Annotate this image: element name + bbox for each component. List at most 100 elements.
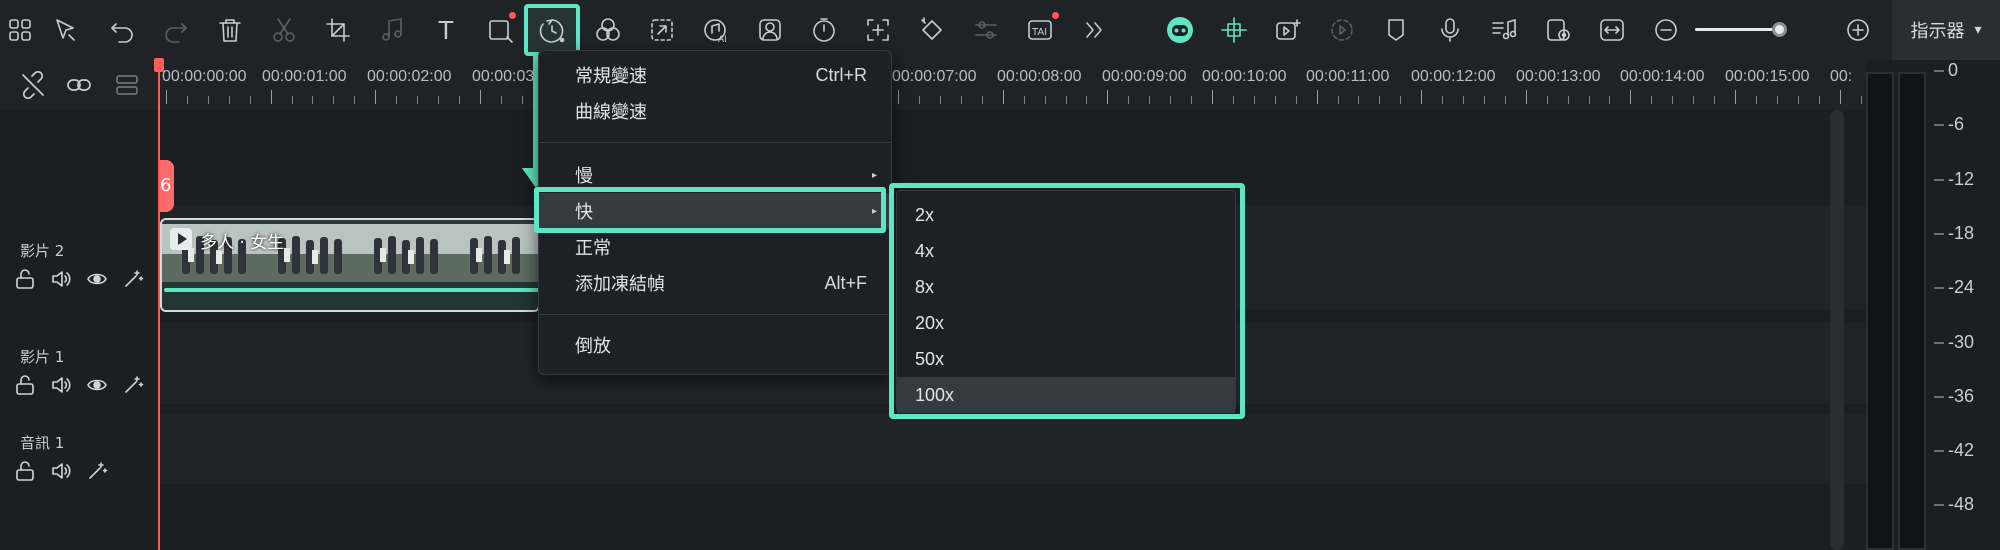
crop-icon[interactable] — [320, 12, 356, 48]
timecode-label: 00:00:13:00 — [1516, 68, 1601, 85]
track-manage-icon[interactable] — [110, 68, 144, 102]
video-clip[interactable]: 多人 · 女生 — [160, 218, 540, 312]
menu-item-label: 慢 — [575, 166, 593, 187]
eye-icon[interactable] — [86, 268, 110, 292]
lock-icon[interactable] — [14, 460, 38, 484]
more-icon[interactable] — [1076, 12, 1112, 48]
ruler-tick — [1693, 96, 1695, 104]
ai-portrait-icon[interactable] — [752, 12, 788, 48]
playhead-marker[interactable]: 6 — [158, 160, 174, 212]
link-icon[interactable] — [62, 68, 96, 102]
menu-item-label: 倒放 — [575, 336, 611, 357]
menu-item-freeze-frame[interactable]: 添加凍結幀 Alt+F — [539, 265, 891, 301]
render-icon[interactable] — [1324, 12, 1360, 48]
clip-audio-area — [162, 282, 538, 310]
ruler-tick — [1107, 90, 1109, 104]
speaker-icon[interactable] — [50, 374, 74, 398]
track-headers: 影片 2 影片 1 音訊 1 — [0, 110, 158, 550]
delete-icon[interactable] — [212, 12, 248, 48]
playhead[interactable] — [158, 60, 160, 550]
ruler-tick — [1630, 90, 1632, 104]
timecode-label: 00:00:12:00 — [1411, 68, 1496, 85]
db-label: -30 — [1948, 331, 1975, 352]
db-label: -36 — [1948, 385, 1975, 406]
video-add-icon[interactable] — [1270, 12, 1306, 48]
unlink-icon[interactable] — [16, 68, 50, 102]
redo-icon[interactable] — [158, 12, 194, 48]
db-tick — [1934, 124, 1944, 127]
db-label: -18 — [1948, 222, 1975, 243]
audio-icon[interactable] — [374, 12, 410, 48]
preview-icon[interactable] — [1540, 12, 1576, 48]
meter-bar-right — [1898, 72, 1926, 550]
timecode-label: 00:00:10:00 — [1202, 68, 1287, 85]
eye-icon[interactable] — [86, 374, 110, 398]
menu-item-label: 曲線變速 — [575, 102, 647, 123]
menu-item-label: 添加凍結幀 — [575, 274, 665, 295]
menu-item-uniform-speed[interactable]: 常規變速 Ctrl+R — [539, 57, 891, 93]
marker-icon[interactable] — [1378, 12, 1414, 48]
color-icon[interactable] — [590, 12, 626, 48]
db-tick — [1934, 395, 1944, 398]
select-arrow-icon[interactable] — [48, 12, 84, 48]
menu-item-reverse[interactable]: 倒放 — [539, 327, 891, 363]
zoom-slider-thumb[interactable] — [1772, 22, 1787, 37]
freeze-icon[interactable] — [860, 12, 896, 48]
magic-wand-icon[interactable] — [86, 460, 110, 484]
ruler-tick — [1672, 96, 1674, 104]
mic-icon[interactable] — [1432, 12, 1468, 48]
text-icon[interactable]: T — [428, 12, 464, 48]
cut-icon[interactable] — [266, 12, 302, 48]
indicator-tab[interactable]: 指示器 ▾ — [1892, 0, 2000, 60]
menu-item-shortcut: Alt+F — [824, 272, 867, 293]
meter-bar-left — [1866, 72, 1894, 550]
submenu-arrow-icon: ▸ — [871, 169, 877, 181]
music-icon[interactable] — [1486, 12, 1522, 48]
timeline-scrollbar[interactable] — [1830, 110, 1844, 550]
timeline-ruler[interactable]: 00:00:00:00 00:00:01:00 00:00:02:00 00:0… — [158, 60, 1866, 110]
ruler-tick — [396, 96, 398, 104]
db-tick — [1934, 232, 1944, 235]
scene-detect-icon[interactable] — [1216, 12, 1252, 48]
ruler-tick — [479, 90, 481, 104]
speaker-icon[interactable] — [50, 268, 74, 292]
fast-item-highlight — [534, 187, 886, 233]
playhead-handle[interactable] — [154, 58, 164, 72]
track-name: 影片 1 — [20, 348, 65, 366]
ruler-tick — [1023, 96, 1025, 104]
ruler-tick — [1002, 90, 1004, 104]
menu-item-speed-ramping[interactable]: 曲線變速 — [539, 93, 891, 129]
grid-icon[interactable] — [2, 12, 38, 48]
keyframe-icon[interactable] — [914, 12, 950, 48]
timer-icon[interactable] — [806, 12, 842, 48]
speaker-icon[interactable] — [50, 460, 74, 484]
ruler-tick — [1609, 96, 1611, 104]
speed-icon[interactable] — [534, 12, 570, 48]
magic-wand-icon[interactable] — [122, 268, 146, 292]
db-label: 0 — [1948, 60, 1959, 80]
db-tick — [1934, 450, 1944, 453]
zoom-in-icon[interactable] — [1840, 12, 1876, 48]
track-lane-audio-1[interactable] — [158, 414, 1866, 484]
lock-icon[interactable] — [14, 374, 38, 398]
zoom-out-icon[interactable] — [1648, 12, 1684, 48]
timecode-label: 00:00:02:00 — [367, 68, 452, 85]
ruler-tick — [333, 96, 335, 104]
ai-mascot-icon[interactable] — [1162, 12, 1198, 48]
timecode-label: 00:00:15:00 — [1725, 68, 1810, 85]
fit-icon[interactable] — [1594, 12, 1630, 48]
lock-icon[interactable] — [14, 268, 38, 292]
ruler-tick — [1274, 96, 1276, 104]
menu-item-shortcut: Ctrl+R — [815, 64, 867, 85]
db-label: -12 — [1948, 168, 1975, 189]
undo-icon[interactable] — [104, 12, 140, 48]
mask-icon[interactable] — [644, 12, 680, 48]
ruler-tick — [1546, 96, 1548, 104]
adjust-icon[interactable] — [968, 12, 1004, 48]
ruler-tick — [1463, 96, 1465, 104]
db-label: -6 — [1948, 114, 1965, 135]
menu-item-normal[interactable]: 正常 — [539, 229, 891, 265]
magic-wand-icon[interactable] — [122, 374, 146, 398]
zoom-slider-track[interactable] — [1695, 28, 1783, 31]
ai-audio-icon[interactable]: AI — [698, 12, 734, 48]
